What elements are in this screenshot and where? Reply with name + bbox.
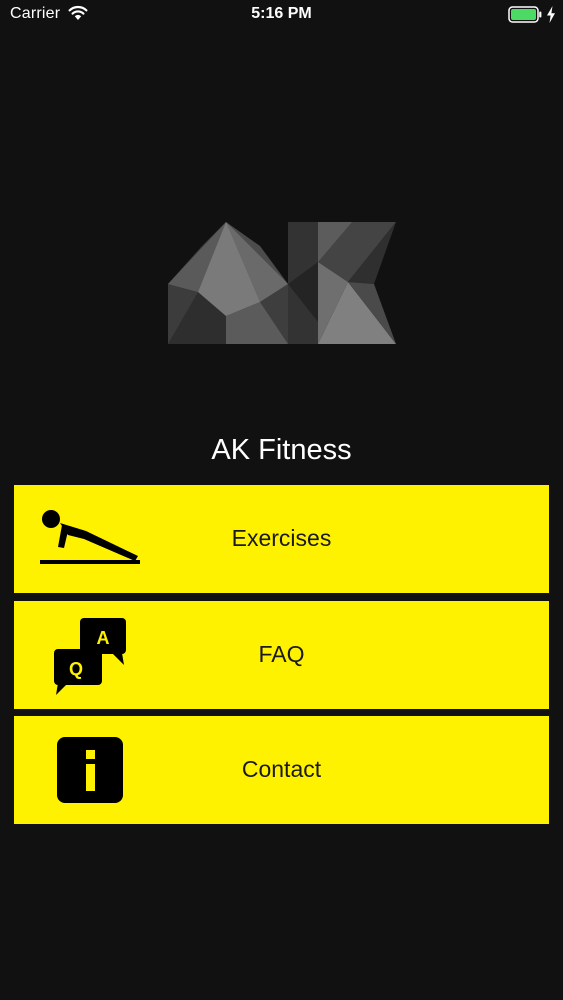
- battery-icon: [508, 6, 542, 23]
- contact-label: Contact: [241, 756, 322, 782]
- status-time: 5:16 PM: [251, 5, 312, 22]
- ak-logo-icon: [168, 222, 396, 344]
- faq-button[interactable]: A Q FAQ: [14, 601, 549, 709]
- status-bar: Carrier 5:16 PM: [0, 0, 563, 30]
- exercises-label: Exercises: [231, 525, 332, 551]
- contact-button[interactable]: Contact: [14, 716, 549, 824]
- charging-bolt-icon: [547, 6, 555, 23]
- app-title: AK Fitness: [211, 434, 352, 466]
- exercises-button[interactable]: Exercises: [14, 485, 549, 593]
- home-screen: Carrier 5:16 PM AK Fitness Exercises A Q…: [0, 0, 563, 1000]
- faq-label: FAQ: [258, 641, 305, 667]
